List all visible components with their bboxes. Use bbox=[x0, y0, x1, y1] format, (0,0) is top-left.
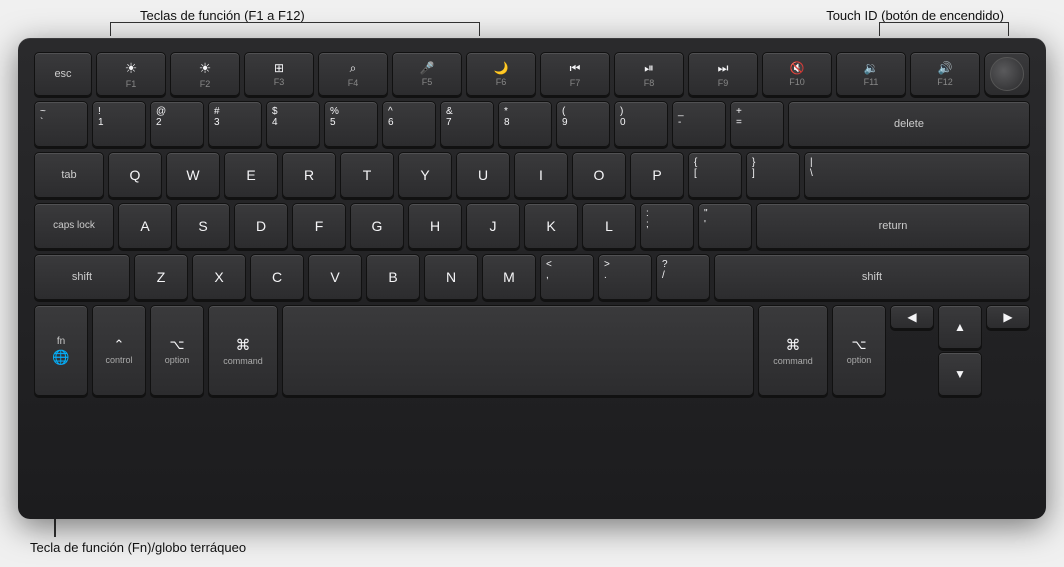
key-h[interactable]: H bbox=[408, 203, 462, 249]
arrow-up-down-col: ▲ ▼ bbox=[938, 305, 982, 396]
key-m[interactable]: M bbox=[482, 254, 536, 300]
key-f7[interactable]: ⏮F7 bbox=[540, 52, 610, 96]
key-u[interactable]: U bbox=[456, 152, 510, 198]
key-9[interactable]: (9 bbox=[556, 101, 610, 147]
key-5[interactable]: %5 bbox=[324, 101, 378, 147]
key-slash[interactable]: ?/ bbox=[656, 254, 710, 300]
zxcv-key-row: shift Z X C V B N M <, >. ?/ shift bbox=[34, 254, 1030, 300]
key-space[interactable] bbox=[282, 305, 754, 396]
key-c[interactable]: C bbox=[250, 254, 304, 300]
key-bracket-l[interactable]: {[ bbox=[688, 152, 742, 198]
key-arrow-left[interactable]: ◀ bbox=[890, 305, 934, 329]
touchid-label: Touch ID (botón de encendido) bbox=[826, 8, 1004, 23]
key-return[interactable]: return bbox=[756, 203, 1030, 249]
key-j[interactable]: J bbox=[466, 203, 520, 249]
touchid-bracket bbox=[879, 22, 1009, 36]
fn-globe-label: Tecla de función (Fn)/globo terráqueo bbox=[30, 540, 246, 555]
key-f8[interactable]: ⏯F8 bbox=[614, 52, 684, 96]
key-7[interactable]: &7 bbox=[440, 101, 494, 147]
fn-bracket bbox=[110, 22, 480, 36]
key-d[interactable]: D bbox=[234, 203, 288, 249]
key-r[interactable]: R bbox=[282, 152, 336, 198]
key-f10[interactable]: 🔇F10 bbox=[762, 52, 832, 96]
key-command-right[interactable]: ⌘ command bbox=[758, 305, 828, 396]
key-8[interactable]: *8 bbox=[498, 101, 552, 147]
key-p[interactable]: P bbox=[630, 152, 684, 198]
asdf-key-row: caps lock A S D F G H J K L :; "' return bbox=[34, 203, 1030, 249]
fn-key-row: esc ☀F1 ☀F2 ⊞F3 ⌕F4 🎤F5 🌙F6 ⏮F7 bbox=[34, 52, 1030, 96]
arrow-top-row: ◀ ▲ ▼ ▶ bbox=[890, 305, 1030, 396]
key-f6[interactable]: 🌙F6 bbox=[466, 52, 536, 96]
key-command-left[interactable]: ⌘ command bbox=[208, 305, 278, 396]
key-x[interactable]: X bbox=[192, 254, 246, 300]
key-k[interactable]: K bbox=[524, 203, 578, 249]
key-6[interactable]: ^6 bbox=[382, 101, 436, 147]
key-tab[interactable]: tab bbox=[34, 152, 104, 198]
key-comma[interactable]: <, bbox=[540, 254, 594, 300]
key-n[interactable]: N bbox=[424, 254, 478, 300]
key-touchid[interactable] bbox=[984, 52, 1030, 96]
key-arrow-right[interactable]: ▶ bbox=[986, 305, 1030, 329]
key-3[interactable]: #3 bbox=[208, 101, 262, 147]
key-backtick[interactable]: ~` bbox=[34, 101, 88, 147]
key-2[interactable]: @2 bbox=[150, 101, 204, 147]
key-0[interactable]: )0 bbox=[614, 101, 668, 147]
key-q[interactable]: Q bbox=[108, 152, 162, 198]
key-s[interactable]: S bbox=[176, 203, 230, 249]
key-arrow-down[interactable]: ▼ bbox=[938, 352, 982, 396]
key-v[interactable]: V bbox=[308, 254, 362, 300]
key-f9[interactable]: ⏭F9 bbox=[688, 52, 758, 96]
key-delete[interactable]: delete bbox=[788, 101, 1030, 147]
key-f5[interactable]: 🎤F5 bbox=[392, 52, 462, 96]
key-backslash[interactable]: |\ bbox=[804, 152, 1030, 198]
key-t[interactable]: T bbox=[340, 152, 394, 198]
key-i[interactable]: I bbox=[514, 152, 568, 198]
key-arrow-up[interactable]: ▲ bbox=[938, 305, 982, 349]
key-f2[interactable]: ☀F2 bbox=[170, 52, 240, 96]
key-z[interactable]: Z bbox=[134, 254, 188, 300]
key-4[interactable]: $4 bbox=[266, 101, 320, 147]
key-shift-left[interactable]: shift bbox=[34, 254, 130, 300]
key-bracket-r[interactable]: }] bbox=[746, 152, 800, 198]
key-option-right[interactable]: ⌥ option bbox=[832, 305, 886, 396]
key-period[interactable]: >. bbox=[598, 254, 652, 300]
key-quote[interactable]: "' bbox=[698, 203, 752, 249]
key-semicolon[interactable]: :; bbox=[640, 203, 694, 249]
key-control[interactable]: ⌃ control bbox=[92, 305, 146, 396]
key-y[interactable]: Y bbox=[398, 152, 452, 198]
key-f11[interactable]: 🔉F11 bbox=[836, 52, 906, 96]
key-equals[interactable]: += bbox=[730, 101, 784, 147]
key-1[interactable]: !1 bbox=[92, 101, 146, 147]
key-w[interactable]: W bbox=[166, 152, 220, 198]
key-a[interactable]: A bbox=[118, 203, 172, 249]
key-o[interactable]: O bbox=[572, 152, 626, 198]
key-f12[interactable]: 🔊F12 bbox=[910, 52, 980, 96]
key-f4[interactable]: ⌕F4 bbox=[318, 52, 388, 96]
key-esc[interactable]: esc bbox=[34, 52, 92, 96]
num-key-row: ~` !1 @2 #3 $4 %5 ^6 &7 bbox=[34, 101, 1030, 147]
key-minus[interactable]: _- bbox=[672, 101, 726, 147]
key-g[interactable]: G bbox=[350, 203, 404, 249]
key-option-left[interactable]: ⌥ option bbox=[150, 305, 204, 396]
qwerty-key-row: tab Q W E R T Y U I O P {[ }] |\ bbox=[34, 152, 1030, 198]
key-e[interactable]: E bbox=[224, 152, 278, 198]
key-f1[interactable]: ☀F1 bbox=[96, 52, 166, 96]
key-shift-right[interactable]: shift bbox=[714, 254, 1030, 300]
key-fn-globe[interactable]: fn 🌐 bbox=[34, 305, 88, 396]
key-l[interactable]: L bbox=[582, 203, 636, 249]
fn-keys-label: Teclas de función (F1 a F12) bbox=[140, 8, 305, 23]
bottom-key-row: fn 🌐 ⌃ control ⌥ option bbox=[34, 305, 1030, 396]
key-b[interactable]: B bbox=[366, 254, 420, 300]
key-capslock[interactable]: caps lock bbox=[34, 203, 114, 249]
keyboard: esc ☀F1 ☀F2 ⊞F3 ⌕F4 🎤F5 🌙F6 ⏮F7 bbox=[18, 38, 1046, 519]
arrow-cluster: ◀ ▲ ▼ ▶ bbox=[890, 305, 1030, 396]
key-f[interactable]: F bbox=[292, 203, 346, 249]
key-f3[interactable]: ⊞F3 bbox=[244, 52, 314, 96]
